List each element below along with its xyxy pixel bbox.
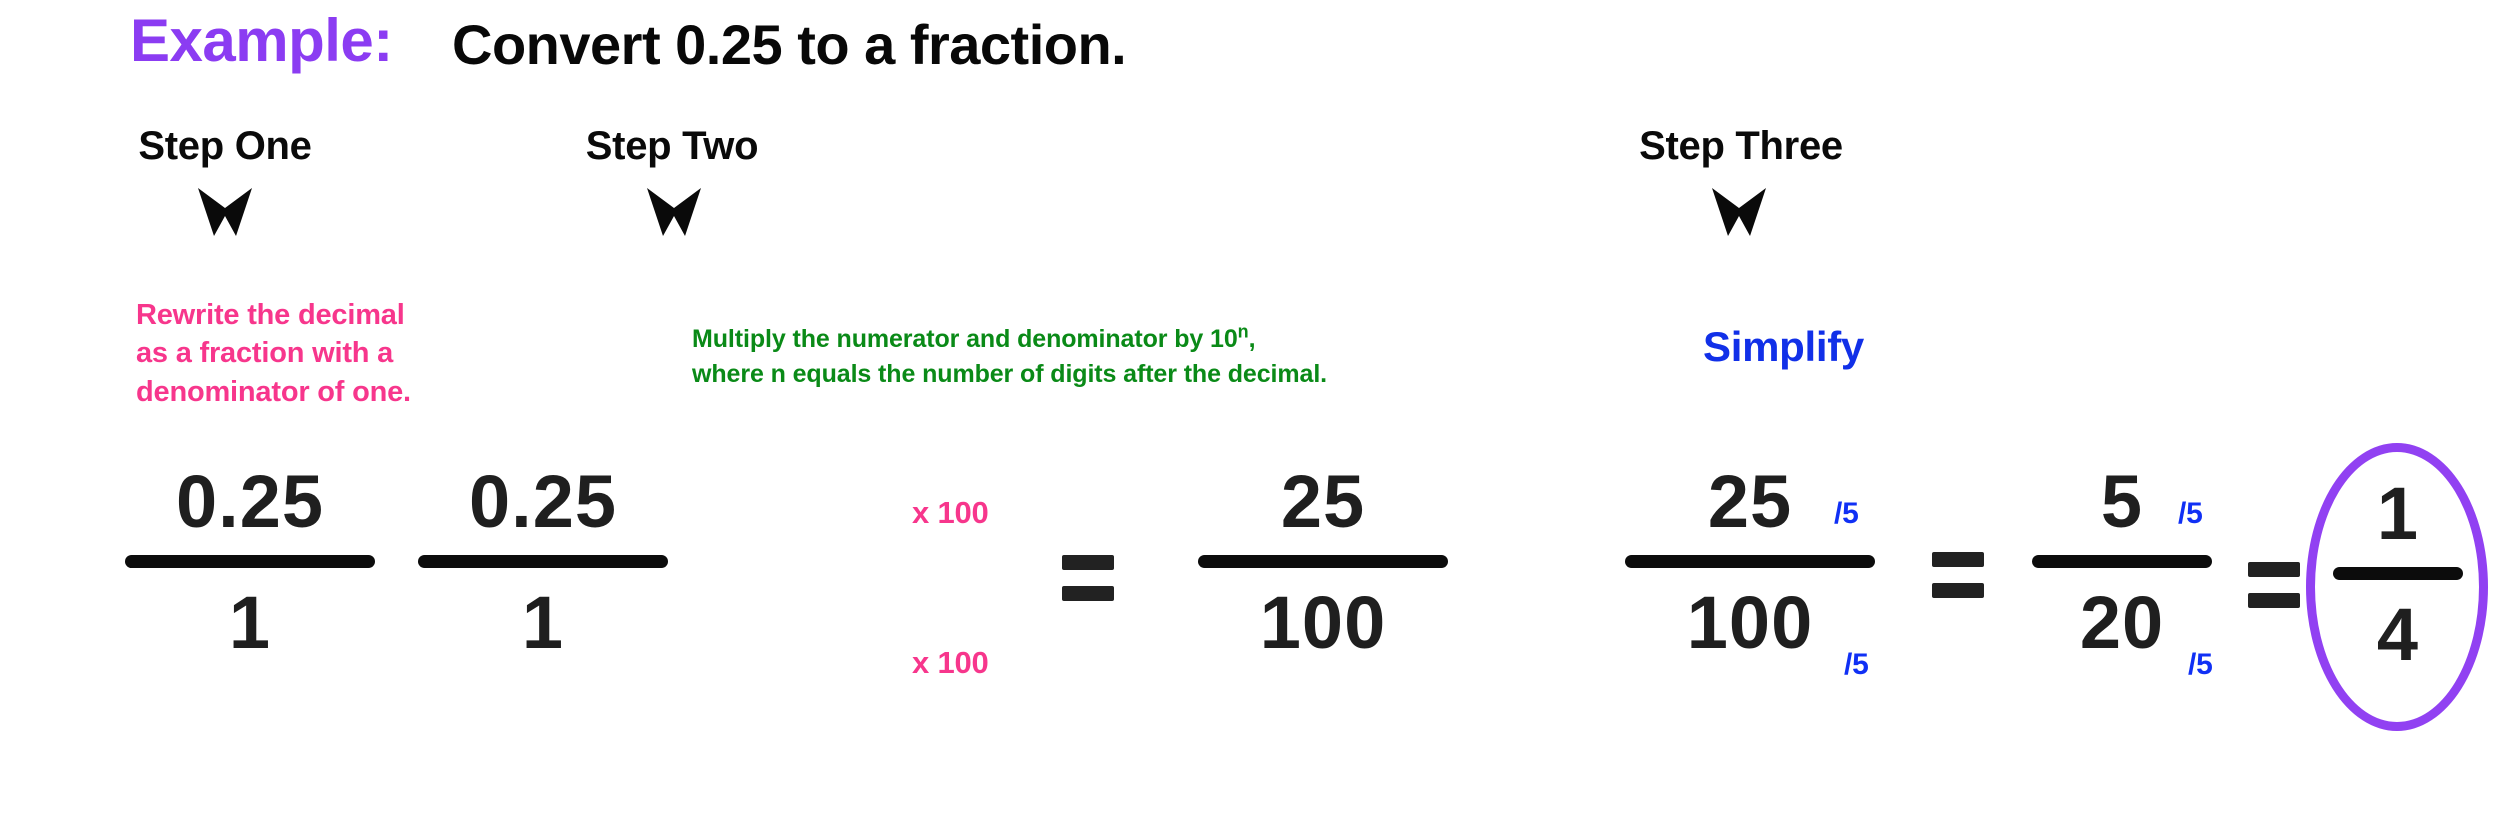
fraction-step-three-mid: 5 20	[2032, 463, 2212, 662]
fraction-denominator: 100	[1686, 581, 1814, 664]
example-label: Example:	[130, 7, 393, 74]
step-one-description: Rewrite the decimal as a fraction with a…	[136, 299, 411, 408]
fraction-numerator: 0.25	[175, 460, 325, 543]
down-arrow-icon	[1710, 186, 1768, 238]
exponent-n: n	[1237, 321, 1249, 342]
multiply-numerator-label: x 100	[912, 495, 989, 530]
fraction-denominator: 1	[521, 581, 565, 664]
divide-mid-numerator-label: /5	[2178, 497, 2203, 530]
step-two-description: Multiply the numerator and denominator b…	[692, 322, 1492, 391]
fraction-bar	[2032, 555, 2212, 568]
fraction-denominator: 20	[2079, 581, 2165, 664]
fraction-step-two-left: 0.25 1	[418, 463, 668, 662]
fraction-numerator: 1	[2376, 472, 2420, 555]
fraction-bar	[2333, 567, 2463, 580]
fraction-bar	[125, 555, 375, 568]
equals-bar-bottom	[1062, 586, 1114, 601]
equals-sign-step-two	[1062, 555, 1114, 601]
divide-left-numerator-label: /5	[1834, 497, 1859, 530]
step-two-description-line2: where n equals the number of digits afte…	[692, 359, 1328, 388]
divide-mid-denominator-label: /5	[2188, 648, 2213, 681]
equals-sign-step-three-1	[1932, 552, 1984, 598]
fraction-bar	[1625, 555, 1875, 568]
fraction-denominator: 1	[228, 581, 272, 664]
fraction-step-two-right: 25 100	[1198, 463, 1448, 662]
fraction-bar	[418, 555, 668, 568]
multiply-denominator-label: x 100	[912, 645, 989, 680]
step-two-description-part1: Multiply the numerator and denominator b…	[692, 325, 1238, 353]
fraction-bar	[1198, 555, 1448, 568]
step-three-title: Step Three	[1639, 124, 1843, 168]
step-one-title: Step One	[138, 124, 312, 168]
equals-bar-top	[1062, 555, 1114, 570]
fraction-step-three-left: 25 100	[1625, 463, 1875, 662]
fraction-step-one: 0.25 1	[125, 463, 375, 662]
equals-bar-bottom	[2248, 593, 2300, 608]
step-two-description-part2: ,	[1248, 325, 1256, 353]
fraction-numerator: 25	[1280, 460, 1366, 543]
equals-bar-bottom	[1932, 583, 1984, 598]
fraction-answer: 1 4	[2333, 475, 2463, 674]
header: Example: Convert 0.25 to a fraction.	[0, 6, 2500, 78]
fraction-numerator: 0.25	[468, 460, 618, 543]
fraction-denominator: 4	[2376, 593, 2420, 676]
equals-bar-top	[2248, 562, 2300, 577]
page-title: Convert 0.25 to a fraction.	[452, 13, 1127, 76]
down-arrow-icon	[196, 186, 254, 238]
equals-sign-step-three-2	[2248, 562, 2300, 608]
step-three-description: Simplify	[1703, 323, 1864, 370]
fraction-denominator: 100	[1259, 581, 1387, 664]
down-arrow-icon	[645, 186, 703, 238]
divide-left-denominator-label: /5	[1844, 648, 1869, 681]
equals-bar-top	[1932, 552, 1984, 567]
step-two-title: Step Two	[585, 124, 759, 168]
